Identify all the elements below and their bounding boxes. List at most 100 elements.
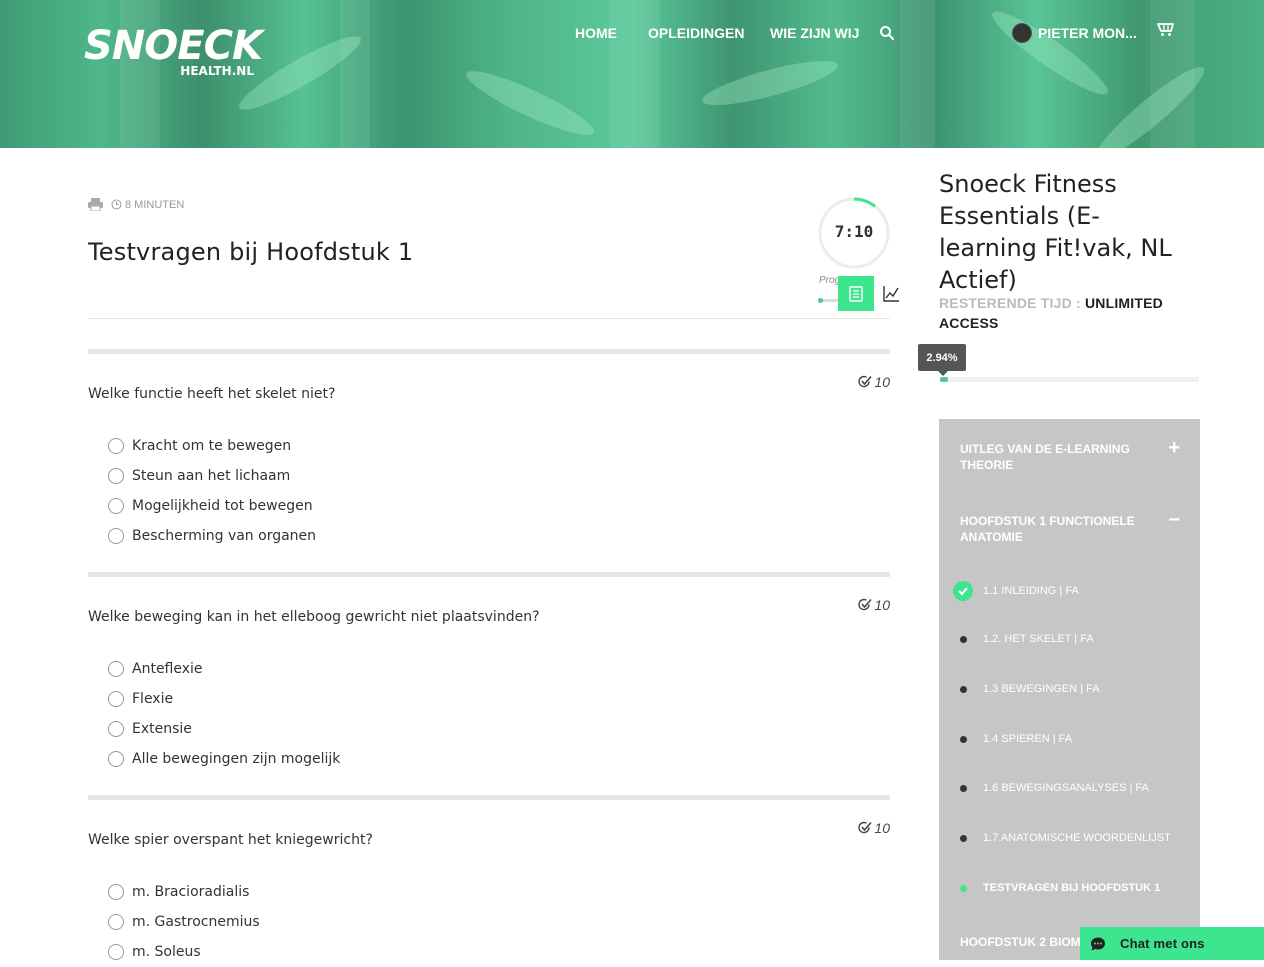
answer-option[interactable]: Mogelijkheid tot bewegen [108, 491, 890, 521]
chat-label: Chat met ons [1120, 936, 1205, 951]
check-circle-icon [858, 598, 873, 611]
answer-options: m. Bracioradialis m. Gastrocnemius m. So… [108, 877, 890, 967]
nav-wie-zijn-wij[interactable]: WIE ZIJN WIJ [770, 25, 859, 41]
question-text: Welke beweging kan in het elleboog gewri… [88, 609, 540, 625]
lesson-item[interactable]: 1.7 ANATOMISCHE WOORDENLIJST [960, 832, 1171, 844]
cart-icon[interactable] [1157, 21, 1175, 37]
search-icon[interactable] [879, 25, 895, 41]
answer-option[interactable]: Steun aan het lichaam [108, 461, 890, 491]
question-separator [88, 349, 890, 354]
radio-button[interactable] [108, 438, 124, 454]
radio-button[interactable] [108, 751, 124, 767]
timer-text: 7:10 [834, 222, 874, 241]
answer-label: Flexie [132, 691, 174, 707]
remaining-label: RESTERENDE TIJD : [939, 295, 1081, 311]
answer-label: m. Gastrocnemius [132, 914, 260, 930]
radio-button[interactable] [108, 691, 124, 707]
banner-texture [900, 0, 935, 148]
question-text: Welke spier overspant het kniegewricht? [88, 832, 373, 848]
radio-button[interactable] [108, 468, 124, 484]
chat-bubble-icon [1091, 937, 1105, 950]
answer-option[interactable]: Bescherming van organen [108, 521, 890, 551]
nav-opleidingen[interactable]: OPLEIDINGEN [648, 25, 744, 41]
nav-home[interactable]: HOME [575, 25, 617, 41]
expand-icon[interactable]: + [1168, 438, 1180, 473]
answer-option[interactable]: Extensie [108, 714, 890, 744]
radio-button[interactable] [108, 884, 124, 900]
chat-button[interactable]: Chat met ons [1080, 927, 1264, 960]
check-circle-icon [858, 375, 873, 388]
statistics-icon[interactable] [883, 285, 900, 302]
section-uitleg[interactable]: UITLEG VAN DE E-LEARNING THEORIE + [960, 438, 1180, 473]
user-name: PIETER MON... [1038, 25, 1137, 41]
answer-label: Steun aan het lichaam [132, 468, 291, 484]
points-value: 10 [874, 374, 890, 390]
duration-text: 8 MINUTEN [125, 198, 185, 211]
answer-option[interactable]: Flexie [108, 684, 890, 714]
answer-label: Anteflexie [132, 661, 203, 677]
answer-option[interactable]: m. Gastrocnemius [108, 907, 890, 937]
banner-leaf [985, 2, 1115, 104]
lesson-item[interactable]: 1.2. HET SKELET | FA [960, 633, 1094, 645]
question-points: 10 [858, 374, 890, 390]
section-title: UITLEG VAN DE E-LEARNING THEORIE [960, 442, 1130, 472]
lesson-title: 1.7 ANATOMISCHE WOORDENLIJST [983, 832, 1171, 844]
banner-texture [340, 0, 370, 148]
question-separator [88, 572, 890, 577]
radio-button[interactable] [108, 498, 124, 514]
check-circle-icon [858, 821, 873, 834]
lesson-item[interactable]: 1.1 INLEIDING | FA [953, 581, 1079, 601]
page-title: Testvragen bij Hoofdstuk 1 [88, 238, 414, 266]
points-value: 10 [874, 597, 890, 613]
answer-option[interactable]: Anteflexie [108, 654, 890, 684]
document-icon [849, 285, 863, 302]
answer-option[interactable]: m. Soleus [108, 937, 890, 967]
lesson-title: 1.4 SPIEREN | FA [983, 733, 1073, 745]
curriculum-panel: UITLEG VAN DE E-LEARNING THEORIE + HOOFD… [939, 419, 1200, 960]
answer-option[interactable]: m. Bracioradialis [108, 877, 890, 907]
lesson-title: 1.3 BEWEGINGEN | FA [983, 683, 1100, 695]
lesson-status-dot [960, 735, 967, 743]
radio-button[interactable] [108, 661, 124, 677]
radio-button[interactable] [108, 944, 124, 960]
lesson-status-dot [960, 635, 967, 643]
answer-label: Alle bewegingen zijn mogelijk [132, 751, 341, 767]
user-menu[interactable]: PIETER MON... [1012, 23, 1137, 43]
answer-option[interactable]: Alle bewegingen zijn mogelijk [108, 744, 890, 774]
collapse-icon[interactable]: − [1168, 510, 1180, 545]
radio-button[interactable] [108, 721, 124, 737]
radio-button[interactable] [108, 914, 124, 930]
question-1: 10 Welke functie heeft het skelet niet? … [88, 349, 890, 551]
lesson-item[interactable]: 1.4 SPIEREN | FA [960, 733, 1072, 745]
question-2: 10 Welke beweging kan in het elleboog ge… [88, 572, 890, 774]
lesson-title: 1.1 INLEIDING | FA [983, 585, 1079, 597]
lesson-item-current[interactable]: TESTVRAGEN BIJ HOOFDSTUK 1 [960, 882, 1160, 894]
site-logo[interactable]: SNOECK HEALTH.NL [84, 23, 263, 78]
lesson-status-dot [960, 784, 967, 792]
lesson-item[interactable]: 1.6 BEWEGINGSANALYSES | FA [960, 782, 1149, 794]
section-title: HOOFDSTUK 2 BIOME [960, 935, 1089, 949]
answer-label: Mogelijkheid tot bewegen [132, 498, 313, 514]
section-title: HOOFDSTUK 1 FUNCTIONELE ANATOMIE [960, 514, 1135, 544]
course-progress-bar [940, 377, 1199, 382]
review-questions-button[interactable] [838, 276, 874, 311]
radio-button[interactable] [108, 528, 124, 544]
points-value: 10 [874, 820, 890, 836]
header-divider [88, 318, 890, 319]
section-hoofdstuk-1[interactable]: HOOFDSTUK 1 FUNCTIONELE ANATOMIE − [960, 510, 1180, 545]
completed-check-icon [953, 581, 973, 601]
banner-leaf [699, 52, 841, 114]
course-title: Snoeck Fitness Essentials (E-learning Fi… [939, 170, 1172, 294]
banner-leaf [461, 61, 599, 145]
logo-wordmark: SNOECK [84, 23, 263, 69]
banner-texture [610, 0, 660, 148]
answer-options: Kracht om te bewegen Steun aan het licha… [108, 431, 890, 551]
print-icon[interactable] [88, 198, 103, 211]
lesson-item[interactable]: 1.3 BEWEGINGEN | FA [960, 683, 1100, 695]
answer-label: m. Soleus [132, 944, 201, 960]
remaining-time: RESTERENDE TIJD : UNLIMITED ACCESS [939, 293, 1179, 333]
header-banner: SNOECK HEALTH.NL HOME OPLEIDINGEN WIE ZI… [0, 0, 1264, 148]
answer-label: Kracht om te bewegen [132, 438, 292, 454]
avatar [1012, 23, 1032, 43]
answer-option[interactable]: Kracht om te bewegen [108, 431, 890, 461]
